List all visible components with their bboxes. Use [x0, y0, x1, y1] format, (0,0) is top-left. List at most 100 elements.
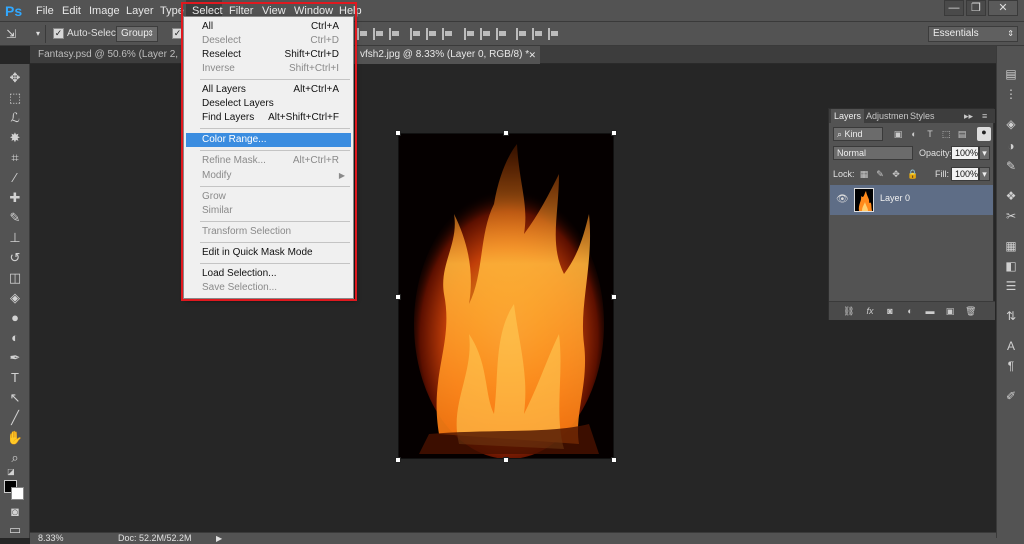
adjustment-filter-icon[interactable]: ◐ — [909, 129, 919, 139]
distribute-hcenter-icon[interactable] — [532, 28, 543, 40]
character-panel-icon[interactable]: A — [1002, 338, 1020, 354]
layers-panel-icon[interactable]: ◈ — [1002, 116, 1020, 132]
move-tool-preset-icon[interactable]: ⇲ — [6, 22, 16, 46]
brush-panel-icon[interactable]: ✐ — [1002, 388, 1020, 404]
transform-handle[interactable] — [395, 294, 401, 300]
layer-name[interactable]: Layer 0 — [880, 193, 910, 203]
align-hcenter-icon[interactable] — [426, 28, 437, 40]
color-panel-icon[interactable]: ❖ — [1002, 188, 1020, 204]
align-right-icon[interactable] — [442, 28, 453, 40]
blur-tool-icon[interactable]: ● — [6, 310, 24, 326]
menu-item-deselect-layers[interactable]: Deselect Layers — [186, 97, 351, 111]
opacity-input[interactable]: 100% — [951, 146, 979, 160]
lock-pixels-icon[interactable]: ✎ — [875, 169, 885, 179]
distribute-vcenter-icon[interactable] — [480, 28, 491, 40]
tab-vfsh2[interactable]: vfsh2.jpg @ 8.33% (Layer 0, RGB/8) * ✕ — [352, 46, 540, 64]
menu-item-load-selection[interactable]: Load Selection... — [186, 267, 351, 281]
filter-toggle-icon[interactable]: ● — [977, 127, 991, 141]
menu-type[interactable]: Type — [160, 0, 184, 22]
distribute-left-icon[interactable] — [516, 28, 527, 40]
fx-icon[interactable]: fx — [865, 306, 875, 316]
menu-item-refine-mask[interactable]: Refine Mask... Alt+Ctrl+R — [186, 154, 351, 168]
menu-item-quick-mask[interactable]: Edit in Quick Mask Mode — [186, 246, 351, 260]
collapse-icon[interactable]: ▸▸ — [961, 109, 976, 123]
close-button[interactable]: ✕ — [988, 0, 1018, 16]
paragraph-panel-icon[interactable]: ¶ — [1002, 358, 1020, 374]
menu-edit[interactable]: Edit — [62, 0, 81, 22]
screen-mode-icon[interactable]: ▭ — [6, 522, 24, 538]
add-mask-icon[interactable]: ◙ — [885, 306, 895, 316]
dodge-tool-icon[interactable]: ◐ — [6, 330, 24, 346]
properties-panel-icon[interactable]: ⋮ — [1002, 86, 1020, 102]
magic-wand-tool-icon[interactable]: ✸ — [6, 130, 24, 146]
tab-layers[interactable]: Layers — [831, 109, 865, 123]
layer-row[interactable]: 👁 Layer 0 — [830, 185, 993, 215]
tab-fantasy[interactable]: Fantasy.psd @ 50.6% (Layer 2, RGB/8# — [30, 46, 190, 78]
distribute-top-icon[interactable] — [464, 28, 475, 40]
menu-item-grow[interactable]: Grow — [186, 190, 351, 204]
align-left-icon[interactable] — [410, 28, 421, 40]
background-color-swatch[interactable] — [11, 487, 24, 500]
menu-item-inverse[interactable]: Inverse Shift+Ctrl+I — [186, 62, 351, 76]
menu-item-save-selection[interactable]: Save Selection... — [186, 281, 351, 295]
type-filter-icon[interactable]: T — [925, 129, 935, 139]
path-selection-tool-icon[interactable]: ↖ — [6, 390, 24, 406]
fill-dropdown-icon[interactable]: ▾ — [979, 167, 990, 181]
history-panel-icon[interactable]: ▤ — [1002, 66, 1020, 82]
line-tool-icon[interactable]: ╱ — [6, 410, 24, 426]
pen-tool-icon[interactable]: ✒ — [6, 350, 24, 366]
align-vcenter-icon[interactable] — [373, 28, 384, 40]
zoom-level[interactable]: 8.33% — [38, 533, 64, 544]
transform-handle[interactable] — [611, 294, 617, 300]
adjustments-panel-icon[interactable]: ☰ — [1002, 278, 1020, 294]
history-brush-tool-icon[interactable]: ↺ — [6, 250, 24, 266]
distribute-bottom-icon[interactable] — [496, 28, 507, 40]
chevron-down-icon[interactable]: ▾ — [36, 22, 40, 46]
lock-position-icon[interactable]: ✥ — [891, 169, 901, 179]
new-group-icon[interactable]: ▬ — [925, 306, 935, 316]
info-panel-icon[interactable]: ⇅ — [1002, 308, 1020, 324]
opacity-dropdown-icon[interactable]: ▾ — [979, 146, 990, 160]
tools-panel-icon[interactable]: ✂ — [1002, 208, 1020, 224]
transform-handle[interactable] — [395, 457, 401, 463]
lock-transparent-icon[interactable]: ▦ — [859, 169, 869, 179]
auto-select-checkbox[interactable]: ✓ — [53, 28, 64, 39]
clone-stamp-tool-icon[interactable]: ⊥ — [6, 230, 24, 246]
transform-handle[interactable] — [503, 457, 509, 463]
eraser-tool-icon[interactable]: ◫ — [6, 270, 24, 286]
blend-mode-dropdown[interactable]: Normal — [833, 146, 913, 160]
transform-handle[interactable] — [395, 130, 401, 136]
pixel-filter-icon[interactable]: ▣ — [893, 129, 903, 139]
play-icon[interactable]: ▶ — [216, 533, 222, 544]
menu-item-deselect[interactable]: Deselect Ctrl+D — [186, 34, 351, 48]
menu-item-find-layers[interactable]: Find Layers Alt+Shift+Ctrl+F — [186, 111, 351, 125]
distribute-right-icon[interactable] — [548, 28, 559, 40]
adjustment-layer-icon[interactable]: ◐ — [905, 306, 915, 316]
menu-item-transform-selection[interactable]: Transform Selection — [186, 225, 351, 239]
menu-item-modify[interactable]: Modify ▶ — [186, 169, 351, 183]
marquee-tool-icon[interactable]: ⬚ — [6, 90, 24, 106]
align-top-icon[interactable] — [357, 28, 368, 40]
healing-brush-tool-icon[interactable]: ✚ — [6, 190, 24, 206]
new-layer-icon[interactable]: ▣ — [945, 306, 955, 316]
brush-tool-icon[interactable]: ✎ — [6, 210, 24, 226]
trash-icon[interactable]: 🗑 — [965, 306, 976, 316]
menu-item-similar[interactable]: Similar — [186, 204, 351, 218]
menu-file[interactable]: File — [36, 0, 54, 22]
link-layers-icon[interactable]: ⛓ — [843, 306, 854, 316]
fill-input[interactable]: 100% — [951, 167, 979, 181]
hand-tool-icon[interactable]: ✋ — [6, 430, 24, 446]
paint-bucket-tool-icon[interactable]: ◈ — [6, 290, 24, 306]
lasso-tool-icon[interactable]: ℒ — [6, 110, 24, 126]
eyedropper-tool-icon[interactable]: ⁄ — [6, 170, 24, 186]
styles-panel-icon[interactable]: ◧ — [1002, 258, 1020, 274]
transform-handle[interactable] — [611, 457, 617, 463]
eye-icon[interactable]: 👁 — [836, 194, 849, 205]
auto-select-dropdown[interactable]: Group ⇕ — [116, 26, 158, 42]
move-tool-icon[interactable]: ✥ — [6, 70, 24, 86]
crop-tool-icon[interactable]: ⌗ — [6, 150, 24, 166]
minimize-button[interactable]: — — [944, 0, 964, 16]
show-transform-checkbox[interactable]: ✓ — [172, 28, 183, 39]
tab-adjustments[interactable]: Adjustmen — [863, 109, 912, 123]
shape-filter-icon[interactable]: ⬚ — [941, 129, 951, 139]
